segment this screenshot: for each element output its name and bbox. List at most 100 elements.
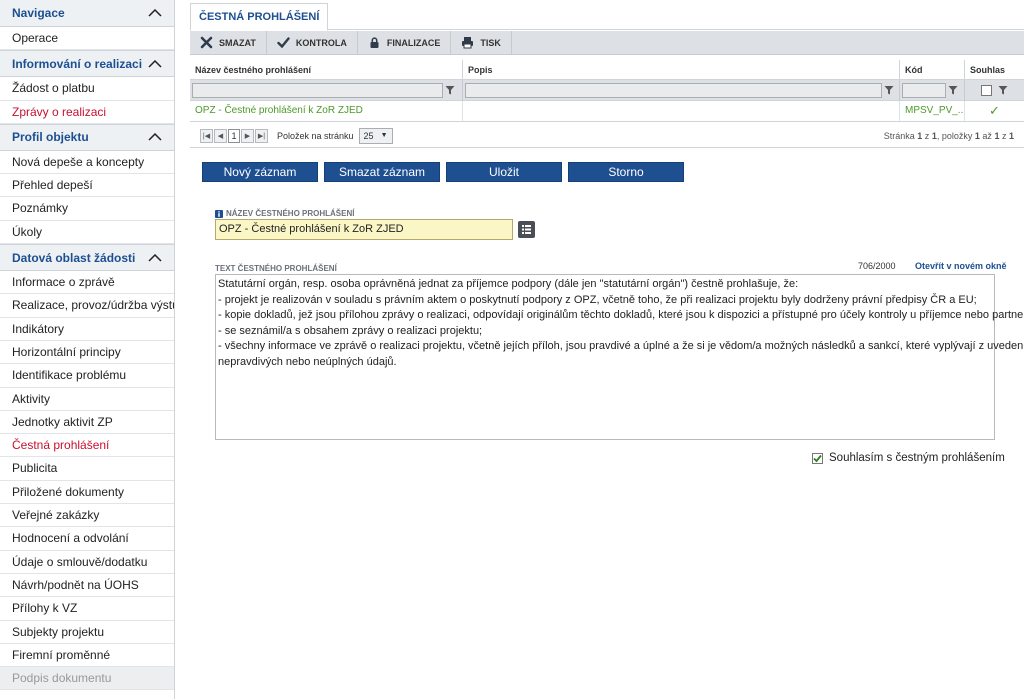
finalize-toolbar-button[interactable]: FINALIZACE xyxy=(358,30,452,55)
main-panel: ČESTNÁ PROHLÁŠENÍ SMAZAT KONTROLA FINALI… xyxy=(190,0,1024,699)
sidebar-item[interactable]: Poznámky xyxy=(0,197,174,221)
new-record-button[interactable]: Nový záznam xyxy=(202,162,318,182)
tab-bar: ČESTNÁ PROHLÁŠENÍ xyxy=(190,0,1024,31)
sidebar-section-header[interactable]: Navigace xyxy=(0,0,174,27)
sidebar-item[interactable]: Realizace, provoz/údržba výstupu xyxy=(0,294,174,318)
agree-checkbox-row[interactable]: Souhlasím s čestným prohlášením xyxy=(812,452,1005,464)
row-agree-checkmark-icon: ✓ xyxy=(989,103,1000,118)
printer-icon xyxy=(462,37,474,49)
check-toolbar-label: KONTROLA xyxy=(295,37,347,48)
sidebar-item[interactable]: Zprávy o realizaci xyxy=(0,101,174,124)
open-in-new-window-link[interactable]: Otevřít v novém okně xyxy=(915,261,1007,271)
sidebar-item[interactable]: Úkoly xyxy=(0,221,174,245)
sidebar-item[interactable]: Žádost o platbu xyxy=(0,77,174,101)
chevron-up-icon[interactable] xyxy=(148,59,162,68)
sidebar-section-title: Datová oblast žádosti xyxy=(12,250,136,265)
per-page-select[interactable]: 25 ▼ xyxy=(358,127,393,144)
row-description-cell xyxy=(463,101,900,121)
sidebar-item[interactable]: Nová depeše a koncepty xyxy=(0,151,174,175)
sidebar-item: Podpis dokumentu xyxy=(0,667,174,691)
sidebar-item[interactable]: Indikátory xyxy=(0,318,174,341)
pager-summary: Stránka 1 z 1, položky 1 až 1 z 1 xyxy=(883,130,1014,141)
current-page-number[interactable]: 1 xyxy=(228,128,240,143)
filter-icon[interactable] xyxy=(884,85,894,95)
name-field-label: NÁZEV ČESTNÉHO PROHLÁŠENÍ xyxy=(215,209,354,218)
grid-filter-row xyxy=(190,79,1024,101)
sidebar-item[interactable]: Aktivity xyxy=(0,388,174,411)
chevron-up-icon[interactable] xyxy=(148,133,162,141)
agree-checkbox[interactable] xyxy=(812,452,823,464)
sidebar-item[interactable]: Informace o zprávě xyxy=(0,271,174,295)
prev-page-button[interactable]: ◀ xyxy=(214,128,227,143)
sidebar-item[interactable]: Přílohy k VZ xyxy=(0,597,174,621)
sidebar-item[interactable]: Jednotky aktivit ZP xyxy=(0,411,174,435)
sidebar-item[interactable]: Hodnocení a odvolání xyxy=(0,527,174,551)
grid-header: Název čestného prohlášení Popis Kód Souh… xyxy=(190,60,1024,80)
text-line: Statutární orgán, resp. osoba oprávněná … xyxy=(218,278,799,290)
save-button[interactable]: Uložit xyxy=(446,162,562,182)
delete-record-button[interactable]: Smazat záznam xyxy=(324,162,440,182)
text-line: nepravdivých nebo neúplných údajů. xyxy=(218,355,397,368)
declaration-name-field[interactable]: OPZ - Čestné prohlášení k ZoR ZJED xyxy=(215,219,513,240)
row-code-cell: MPSV_PV_... xyxy=(900,101,965,121)
chevron-up-icon[interactable] xyxy=(148,253,162,262)
sidebar-section-title: Navigace xyxy=(12,6,65,20)
sidebar-item[interactable]: Firemní proměnné xyxy=(0,644,174,668)
declaration-text-area[interactable]: Statutární orgán, resp. osoba oprávněná … xyxy=(215,274,1024,440)
sidebar-section-header[interactable]: Datová oblast žádosti xyxy=(0,244,174,272)
text-line: - všechny informace ve zprávě o realizac… xyxy=(218,340,1024,353)
sidebar-item[interactable]: Údaje o smlouvě/dodatku xyxy=(0,551,174,574)
sidebar-item[interactable]: Přiložené dokumenty xyxy=(0,481,174,505)
filter-name-input[interactable] xyxy=(192,82,443,98)
check-toolbar-button[interactable]: KONTROLA xyxy=(267,30,358,55)
form-buttons: Nový záznam Smazat záznam Uložit Storno xyxy=(202,162,684,182)
column-header-name[interactable]: Název čestného prohlášení xyxy=(190,60,463,79)
cancel-button[interactable]: Storno xyxy=(568,162,684,182)
sidebar-section-title: Profil objektu xyxy=(12,130,89,145)
per-page-label: Položek na stránku xyxy=(277,130,354,141)
declarations-grid: Název čestného prohlášení Popis Kód Souh… xyxy=(190,60,1024,122)
table-row[interactable]: OPZ - Čestné prohlášení k ZoR ZJED MPSV_… xyxy=(190,101,1024,122)
sidebar-item[interactable]: Operace xyxy=(0,27,174,51)
chevron-up-icon[interactable] xyxy=(148,9,162,17)
sidebar-item[interactable]: Přehled depeší xyxy=(0,174,174,198)
sidebar-item[interactable]: Návrh/podnět na ÚOHS xyxy=(0,574,174,598)
print-toolbar-label: TISK xyxy=(480,37,501,48)
pager: |◀ ◀ 1 ▶ ▶| Položek na stránku 25 ▼ Strán… xyxy=(190,124,1024,148)
agree-checkbox-label: Souhlasím s čestným prohlášením xyxy=(829,452,1005,464)
last-page-button[interactable]: ▶| xyxy=(255,128,268,143)
delete-toolbar-label: SMAZAT xyxy=(219,37,256,48)
filter-code-input[interactable] xyxy=(902,82,946,98)
delete-toolbar-button[interactable]: SMAZAT xyxy=(190,30,267,55)
per-page-value: 25 xyxy=(363,130,374,141)
sidebar-item[interactable]: Čestná prohlášení xyxy=(0,434,174,458)
checkmark-icon xyxy=(277,37,290,49)
sidebar-item[interactable]: Horizontální principy xyxy=(0,341,174,365)
sidebar-item[interactable]: Veřejné zakázky xyxy=(0,504,174,528)
row-name-cell: OPZ - Čestné prohlášení k ZoR ZJED xyxy=(190,101,463,121)
sidebar-item[interactable]: Identifikace problému xyxy=(0,364,174,388)
next-page-button[interactable]: ▶ xyxy=(241,128,254,143)
chevron-down-icon: ▼ xyxy=(380,132,388,139)
column-header-agree[interactable]: Souhlas xyxy=(965,60,1024,79)
filter-description-input[interactable] xyxy=(465,82,882,98)
column-header-description[interactable]: Popis xyxy=(463,60,900,79)
tab-cestna-prohlaseni[interactable]: ČESTNÁ PROHLÁŠENÍ xyxy=(190,3,329,31)
first-page-button[interactable]: |◀ xyxy=(200,128,213,143)
list-picker-icon[interactable] xyxy=(518,221,535,238)
sidebar-item[interactable]: Subjekty projektu xyxy=(0,621,174,644)
filter-icon[interactable] xyxy=(445,85,455,95)
sidebar-section-header[interactable]: Informování o realizaci xyxy=(0,50,174,78)
close-icon xyxy=(200,36,213,49)
checkmark-icon xyxy=(813,454,822,462)
filter-icon[interactable] xyxy=(998,85,1008,95)
column-header-code[interactable]: Kód xyxy=(900,60,965,79)
filter-icon[interactable] xyxy=(948,85,958,95)
sidebar: Navigace Operace Informování o realizaci Žá… xyxy=(0,0,175,699)
filter-agree-checkbox[interactable] xyxy=(981,84,992,96)
info-icon xyxy=(215,209,223,218)
sidebar-item[interactable]: Publicita xyxy=(0,457,174,481)
sidebar-section-header[interactable]: Profil objektu xyxy=(0,123,174,151)
print-toolbar-button[interactable]: TISK xyxy=(451,30,512,55)
toolbar: SMAZAT KONTROLA FINALIZACE TISK xyxy=(190,30,1024,55)
